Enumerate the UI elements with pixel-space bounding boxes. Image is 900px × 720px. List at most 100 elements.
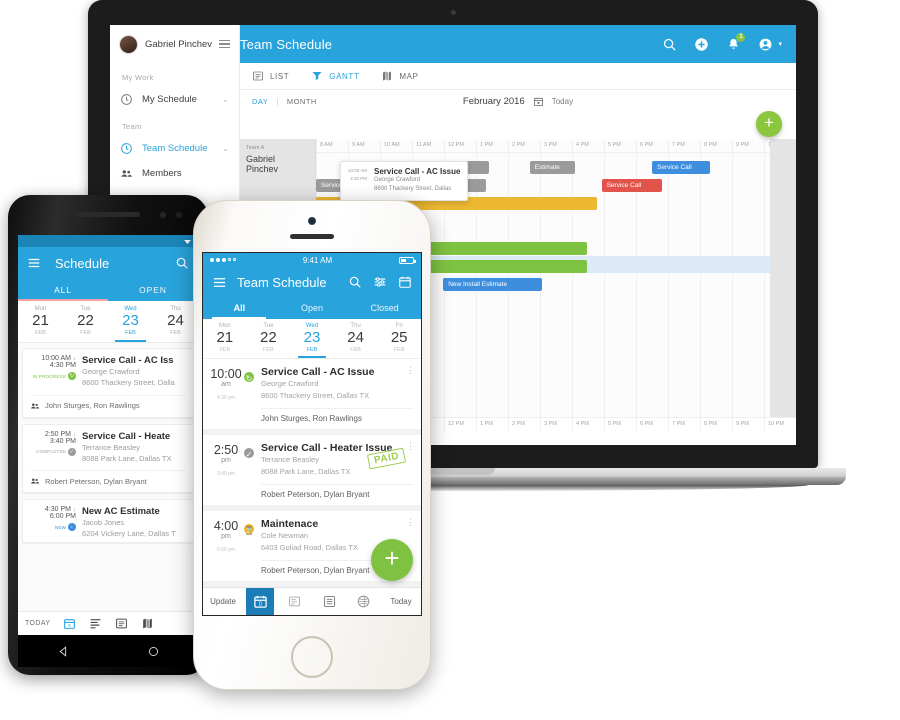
status-icon: ✓ bbox=[68, 447, 76, 456]
chevron-down-icon[interactable]: ⌄ bbox=[222, 95, 229, 104]
month-navigation: February 2016 Today bbox=[240, 90, 796, 112]
add-fab-button[interactable]: + bbox=[756, 111, 782, 137]
list-item[interactable]: 10:00 AM ↓ 4:30 PM IN PROGRESS ↻ Service … bbox=[22, 348, 194, 418]
day-cell-selected[interactable]: Wed 23 FEB bbox=[108, 301, 153, 342]
sidebar-item-my-schedule[interactable]: My Schedule ⌄ bbox=[110, 87, 239, 112]
people-icon bbox=[30, 401, 40, 411]
day-cell[interactable]: Thu 24 FEB bbox=[334, 319, 378, 358]
home-circle-icon[interactable] bbox=[147, 645, 160, 658]
tab-open[interactable]: Open bbox=[276, 303, 349, 313]
tab-closed[interactable]: Closed bbox=[348, 303, 421, 313]
tab-all[interactable]: ALL bbox=[18, 285, 108, 295]
resource-name: Gabriel Pinchev bbox=[246, 154, 279, 174]
card-time-column: 10:00 AM ↓ 4:30 PM IN PROGRESS ↻ bbox=[30, 355, 82, 389]
row-assignees: John Sturges, Ron Rawlings bbox=[261, 408, 413, 423]
card-start-time: 2:50 PM ↓ bbox=[44, 430, 76, 438]
back-triangle-icon[interactable] bbox=[57, 645, 70, 658]
today-button[interactable]: Today bbox=[381, 597, 421, 606]
iphone-statusbar: 9:41 AM bbox=[203, 253, 421, 267]
list-item[interactable]: 4:30 PM ↓ 6:00 PM NEW ↓ New AC Estimate J… bbox=[22, 499, 194, 543]
tab-label: MAP bbox=[399, 71, 419, 81]
gantt-tooltip: 10:00 AM 4:30 PM Service Call - AC Issue… bbox=[340, 161, 469, 207]
calendar-icon[interactable] bbox=[398, 275, 412, 289]
row-detail: Service Call - Heater Issue Terrance Bea… bbox=[249, 435, 421, 505]
day-number: 23 bbox=[303, 329, 321, 346]
more-options-icon[interactable]: ⋮ bbox=[406, 365, 415, 374]
sidebar-item-label: Members bbox=[142, 168, 182, 179]
tab-gantt[interactable]: GANTT bbox=[311, 70, 359, 82]
hour-tick: 5 PM bbox=[604, 418, 636, 431]
day-cell[interactable]: Tue 22 FEB bbox=[63, 301, 108, 342]
gantt-bar-label: Estimate bbox=[534, 164, 560, 171]
card-assignees: Robert Peterson, Dylan Bryant bbox=[30, 470, 186, 486]
sidebar-item-team-schedule[interactable]: Team Schedule ⌄ bbox=[110, 136, 239, 161]
gantt-bar[interactable]: Service Call bbox=[601, 179, 662, 192]
account-icon[interactable] bbox=[758, 37, 773, 52]
calendar-icon[interactable]: D bbox=[246, 588, 275, 615]
today-button[interactable]: TODAY bbox=[25, 620, 50, 627]
clock-icon bbox=[120, 142, 133, 155]
today-button[interactable]: Today bbox=[552, 97, 573, 106]
sidebar-user-name: Gabriel Pinchev bbox=[145, 38, 213, 50]
tab-all[interactable]: All bbox=[203, 303, 276, 313]
map-icon[interactable] bbox=[141, 617, 154, 630]
more-options-icon[interactable]: ⋮ bbox=[406, 517, 415, 526]
tab-label: GANTT bbox=[329, 71, 360, 81]
home-button[interactable] bbox=[291, 636, 333, 678]
gantt-bar[interactable]: Estimate bbox=[529, 161, 576, 174]
add-fab-button[interactable]: + bbox=[371, 539, 413, 581]
list-icon[interactable] bbox=[115, 617, 128, 630]
update-button[interactable]: Update bbox=[203, 597, 243, 606]
row-ampm: pm bbox=[221, 532, 231, 540]
more-options-icon[interactable]: ⋮ bbox=[406, 441, 415, 450]
hour-tick: 10 AM bbox=[380, 139, 412, 152]
list-item[interactable]: 2:50 pm 3:40 pm ✓ Service Call - Heater … bbox=[203, 435, 421, 511]
gantt-bar[interactable]: New Install Estimate bbox=[443, 278, 542, 291]
account-chevron-icon[interactable]: ▾ bbox=[778, 40, 782, 48]
calendar-icon[interactable]: 9 bbox=[63, 617, 76, 630]
agenda-icon[interactable] bbox=[89, 617, 102, 630]
signal-dots-icon bbox=[210, 258, 236, 262]
list-item[interactable]: 2:50 PM ↓ 3:40 PM COMPLETED ✓ Service Cal… bbox=[22, 423, 194, 493]
status-label: NEW bbox=[54, 524, 66, 530]
globe-icon[interactable] bbox=[350, 588, 378, 615]
search-icon[interactable] bbox=[175, 256, 189, 270]
menu-icon[interactable] bbox=[212, 275, 227, 290]
agenda-icon[interactable] bbox=[281, 588, 309, 615]
status-badge: COMPLETED ✓ bbox=[30, 447, 76, 456]
search-icon[interactable] bbox=[662, 37, 677, 52]
desktop-top-icons: 1 ▾ bbox=[662, 32, 796, 52]
search-icon[interactable] bbox=[348, 275, 362, 289]
menu-icon[interactable] bbox=[219, 38, 230, 51]
chevron-down-icon[interactable]: ⌄ bbox=[222, 144, 229, 153]
notification-bell-icon[interactable]: 1 bbox=[726, 32, 746, 52]
filter-icon[interactable] bbox=[373, 275, 387, 289]
menu-icon[interactable] bbox=[27, 256, 41, 270]
row-end-time: 4:30 pm bbox=[216, 394, 236, 401]
day-cell[interactable]: Fri 25 FEB bbox=[377, 319, 421, 358]
tab-list[interactable]: LIST bbox=[252, 70, 289, 82]
card-detail: Service Call - AC Iss George Crawford 86… bbox=[82, 355, 175, 389]
tab-open[interactable]: OPEN bbox=[108, 285, 198, 295]
day-cell[interactable]: Mon 21 FEB bbox=[18, 301, 63, 342]
sidebar-user[interactable]: Gabriel Pinchev bbox=[110, 25, 239, 63]
list-item[interactable]: 10:00 am 4:30 pm ↻ Service Call - AC Iss… bbox=[203, 359, 421, 435]
day-cell-selected[interactable]: Wed 23 FEB bbox=[290, 319, 334, 358]
hour-tick: 2 PM bbox=[508, 418, 540, 431]
gantt-bar[interactable]: Service Call bbox=[652, 161, 710, 174]
assignee-names: Robert Peterson, Dylan Bryant bbox=[45, 476, 147, 486]
day-number: 21 bbox=[216, 329, 234, 346]
month-label: February 2016 bbox=[462, 95, 525, 107]
day-cell[interactable]: Thu 24 FEB bbox=[153, 301, 198, 342]
tab-map[interactable]: MAP bbox=[381, 70, 418, 82]
card-title: Service Call - Heate bbox=[82, 430, 171, 442]
day-cell[interactable]: Tue 22 FEB bbox=[247, 319, 291, 358]
add-circle-icon[interactable] bbox=[694, 37, 709, 52]
calendar-icon[interactable] bbox=[533, 96, 544, 107]
day-cell[interactable]: Mon 21 FEB bbox=[203, 319, 247, 358]
notification-badge: 1 bbox=[736, 32, 746, 42]
row-person: George Crawford bbox=[261, 379, 319, 388]
iphone-camera-icon bbox=[308, 217, 316, 225]
list-icon[interactable] bbox=[315, 588, 343, 615]
sidebar-item-members[interactable]: Members bbox=[110, 161, 239, 186]
